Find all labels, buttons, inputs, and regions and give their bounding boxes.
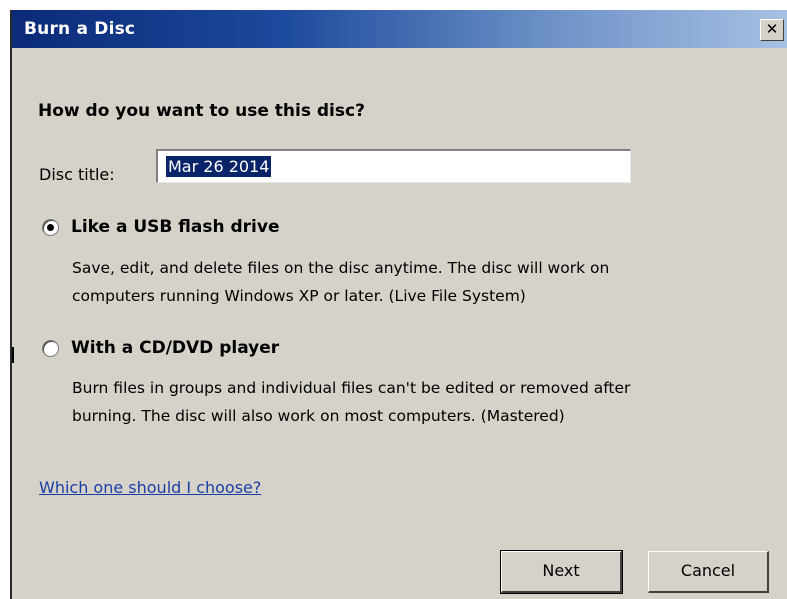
title-bar[interactable]: Burn a Disc ✕ <box>12 10 787 48</box>
option-cd-dvd-description-line1: Burn files in groups and individual file… <box>72 379 631 397</box>
disc-title-label: Disc title: <box>39 165 115 184</box>
option-usb-description: Save, edit, and delete files on the disc… <box>72 254 782 310</box>
cancel-button[interactable]: Cancel <box>648 551 769 593</box>
radio-selected-dot <box>47 223 54 231</box>
window-edge-mark <box>12 347 14 363</box>
option-usb-flash-drive-label: Like a USB flash drive <box>71 217 280 237</box>
option-cd-dvd-description: Burn files in groups and individual file… <box>72 374 782 430</box>
option-cd-dvd-description-line2: burning. The disc will also work on most… <box>72 407 565 425</box>
option-cd-dvd-player-label: With a CD/DVD player <box>71 338 280 358</box>
disc-title-value: Mar 26 2014 <box>166 156 272 177</box>
radio-usb-flash-drive[interactable] <box>42 218 59 236</box>
window-title: Burn a Disc <box>24 19 136 39</box>
option-usb-description-line2: computers running Windows XP or later. (… <box>72 287 526 305</box>
radio-cd-dvd-player[interactable] <box>42 339 59 357</box>
option-usb-description-line1: Save, edit, and delete files on the disc… <box>72 259 610 277</box>
close-icon: ✕ <box>765 20 779 38</box>
dialog-heading: How do you want to use this disc? <box>38 101 365 121</box>
disc-title-input[interactable]: Mar 26 2014 <box>156 149 631 183</box>
help-link[interactable]: Which one should I choose? <box>39 478 261 497</box>
burn-disc-dialog: Burn a Disc ✕ How do you want to use thi… <box>10 10 787 599</box>
option-cd-dvd-player[interactable]: With a CD/DVD player <box>42 338 279 358</box>
close-button[interactable]: ✕ <box>760 19 784 41</box>
option-usb-flash-drive[interactable]: Like a USB flash drive <box>42 217 279 237</box>
next-button[interactable]: Next <box>500 550 623 594</box>
